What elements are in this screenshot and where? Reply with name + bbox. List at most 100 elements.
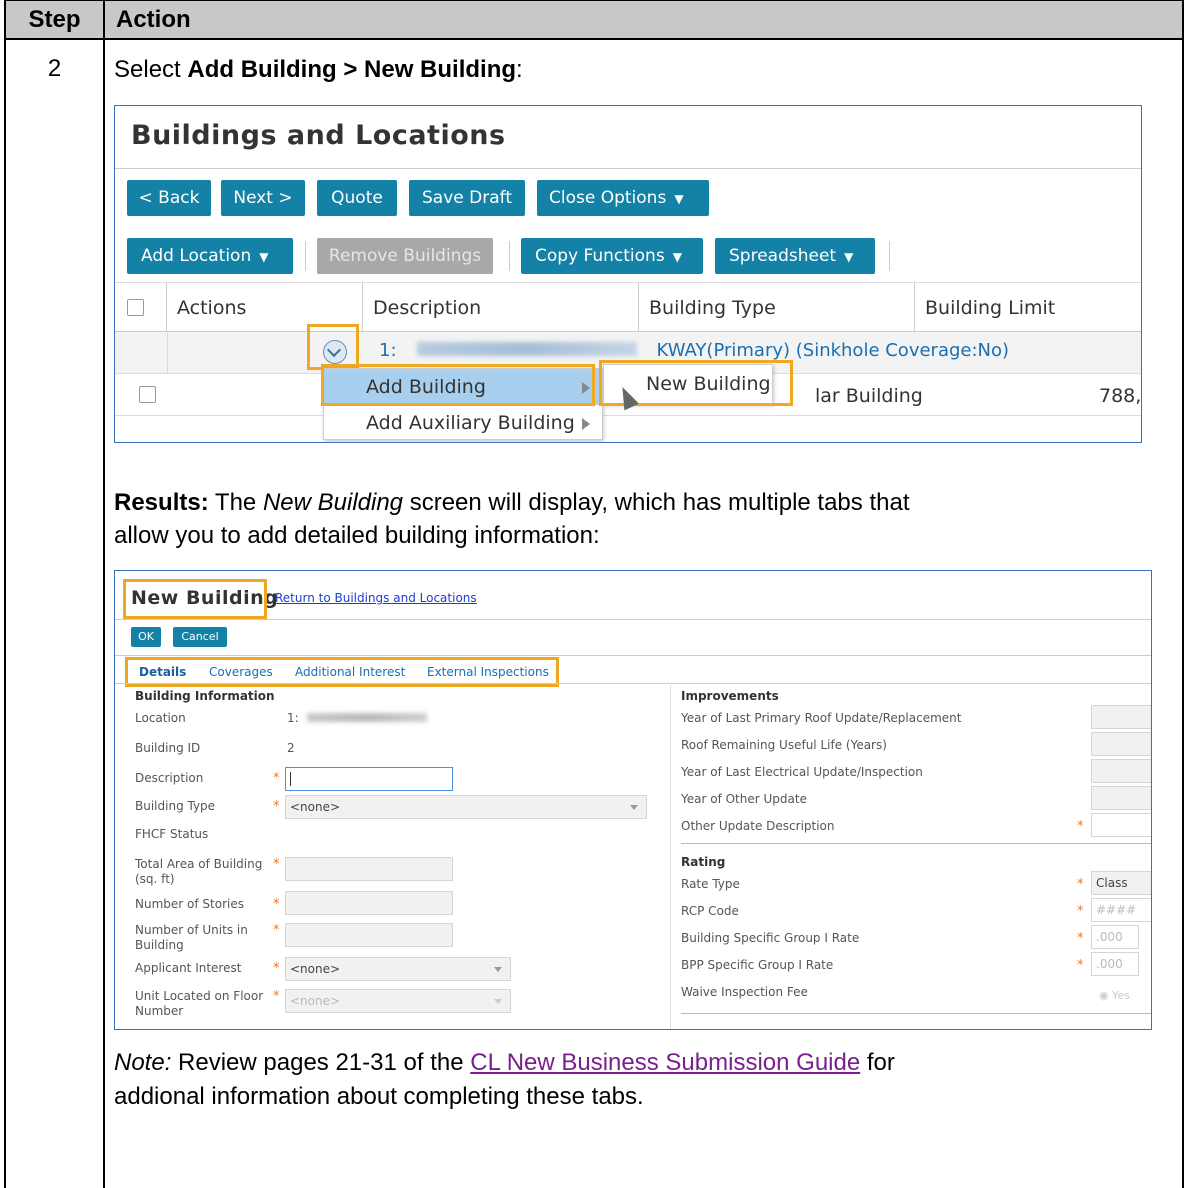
roof-update-label: Year of Last Primary Roof Update/Replace…	[681, 711, 962, 725]
building-info-heading: Building Information	[135, 689, 275, 703]
units-input[interactable]	[285, 923, 453, 947]
copy-functions-label: Copy Functions	[535, 246, 665, 266]
location-label: Location	[135, 711, 186, 725]
rate-type-select[interactable]: Class	[1091, 871, 1151, 895]
rcp-code-input[interactable]: ####	[1091, 898, 1151, 922]
units-label: Number of Units in Building	[135, 923, 248, 953]
building-type-value: <none>	[290, 800, 341, 814]
building-type-fragment: lar Building	[815, 385, 923, 407]
bpp-rate-input[interactable]: .000	[1091, 952, 1139, 976]
waive-fee-label: Waive Inspection Fee	[681, 985, 808, 999]
applicant-value: <none>	[290, 962, 341, 976]
results-italic: New Building	[262, 489, 404, 516]
electrical-input[interactable]	[1091, 759, 1151, 783]
ok-button[interactable]: OK	[131, 627, 161, 647]
waive-fee-value: Yes	[1112, 989, 1130, 1002]
waive-fee-radio[interactable]: ◉ Yes	[1099, 989, 1130, 1002]
other-desc-label: Other Update Description	[681, 819, 835, 833]
location-link[interactable]: 1: KWAY(Primary) (Sinkhole Coverage:No)	[379, 340, 1009, 361]
col-building-limit[interactable]: Building Limit	[915, 283, 1141, 333]
text-cursor	[290, 772, 291, 786]
floor-select[interactable]: <none>	[285, 989, 511, 1013]
required-marker: *	[1077, 931, 1084, 946]
required-marker: *	[1077, 904, 1084, 919]
next-button[interactable]: Next >	[221, 180, 305, 216]
required-marker: *	[1077, 958, 1084, 973]
toolbar-separator	[509, 241, 510, 271]
menu-add-auxiliary-building[interactable]: Add Auxiliary Building	[324, 405, 602, 441]
results-text-line2: allow you to add detailed building infor…	[114, 522, 600, 549]
other-update-input[interactable]	[1091, 786, 1151, 810]
title-divider	[115, 619, 1151, 620]
spreadsheet-label: Spreadsheet	[729, 246, 837, 266]
remove-buildings-button[interactable]: Remove Buildings	[317, 238, 493, 274]
results-text2: screen will display, which has multiple …	[403, 489, 910, 516]
building-type-select[interactable]: <none>	[285, 795, 647, 819]
close-options-button[interactable]: Close Options ▼	[537, 180, 709, 216]
copy-functions-button[interactable]: Copy Functions ▼	[521, 238, 703, 274]
new-building-screenshot: New Building Return to Buildings and Loc…	[114, 570, 1152, 1030]
header-action: Action	[116, 6, 191, 33]
fhcf-label: FHCF Status	[135, 827, 209, 841]
rating-heading: Rating	[681, 855, 726, 869]
cancel-button[interactable]: Cancel	[173, 627, 227, 647]
highlight-add-building	[321, 364, 595, 406]
section-divider	[681, 843, 1151, 844]
tab-divider	[115, 683, 1151, 684]
step-number: 2	[47, 55, 62, 82]
rate-type-label: Rate Type	[681, 877, 740, 891]
bldg-rate-label: Building Specific Group I Rate	[681, 931, 860, 945]
submission-guide-link[interactable]: CL New Business Submission Guide	[470, 1049, 860, 1076]
other-update-label: Year of Other Update	[681, 792, 807, 806]
building-type-label: Building Type	[135, 799, 216, 813]
save-draft-button[interactable]: Save Draft	[409, 180, 525, 216]
chevron-down-icon	[630, 805, 638, 810]
col-building-type[interactable]: Building Type	[639, 283, 915, 333]
back-button[interactable]: < Back	[127, 180, 211, 216]
page-title: Buildings and Locations	[131, 120, 506, 151]
add-location-button[interactable]: Add Location ▼	[127, 238, 293, 274]
results-text: Results: The New Building screen will di…	[114, 486, 909, 519]
results-text1: The	[208, 489, 263, 516]
other-desc-input[interactable]	[1091, 813, 1151, 837]
chevron-down-icon	[494, 999, 502, 1004]
intro-bold: Add Building > New Building	[187, 56, 517, 83]
applicant-select[interactable]: <none>	[285, 957, 511, 981]
quote-button[interactable]: Quote	[317, 180, 397, 216]
spreadsheet-button[interactable]: Spreadsheet ▼	[715, 238, 875, 274]
column-divider	[103, 0, 105, 1188]
redacted-address	[416, 342, 637, 356]
chevron-down-icon: ▼	[259, 250, 269, 264]
roof-update-input[interactable]	[1091, 705, 1151, 729]
required-marker: *	[273, 897, 280, 912]
select-all-checkbox[interactable]	[127, 299, 144, 316]
improvements-heading: Improvements	[681, 689, 779, 703]
chevron-down-icon: ▼	[672, 250, 682, 264]
rcp-code-label: RCP Code	[681, 904, 739, 918]
note-text-line2: addional information about completing th…	[114, 1083, 644, 1110]
row-checkbox[interactable]	[139, 386, 156, 403]
floor-label: Unit Located on Floor Number	[135, 989, 263, 1019]
section-divider	[681, 1013, 1151, 1014]
results-label: Results:	[114, 489, 209, 516]
toolbar-separator	[889, 241, 890, 271]
bldg-rate-input[interactable]: .000	[1091, 925, 1139, 949]
menu-add-aux-label: Add Auxiliary Building	[366, 412, 575, 434]
building-id-value: 2	[287, 741, 295, 755]
note-text1: Review pages 21-31 of the	[171, 1049, 471, 1076]
roof-life-label: Roof Remaining Useful Life (Years)	[681, 738, 887, 752]
redacted-location	[306, 713, 427, 722]
total-area-label: Total Area of Building (sq. ft)	[135, 857, 262, 887]
add-location-label: Add Location	[141, 246, 252, 266]
description-input[interactable]	[285, 767, 453, 791]
stories-input[interactable]	[285, 891, 453, 915]
required-marker: *	[273, 799, 280, 814]
return-link[interactable]: Return to Buildings and Locations	[275, 591, 477, 605]
total-area-input[interactable]	[285, 857, 453, 881]
roof-life-input[interactable]	[1091, 732, 1151, 756]
chevron-down-icon	[494, 967, 502, 972]
description-label: Description	[135, 771, 204, 785]
stories-label: Number of Stories	[135, 897, 244, 911]
col-description[interactable]: Description	[363, 283, 639, 333]
intro-text: Select Add Building > New Building:	[114, 53, 523, 86]
